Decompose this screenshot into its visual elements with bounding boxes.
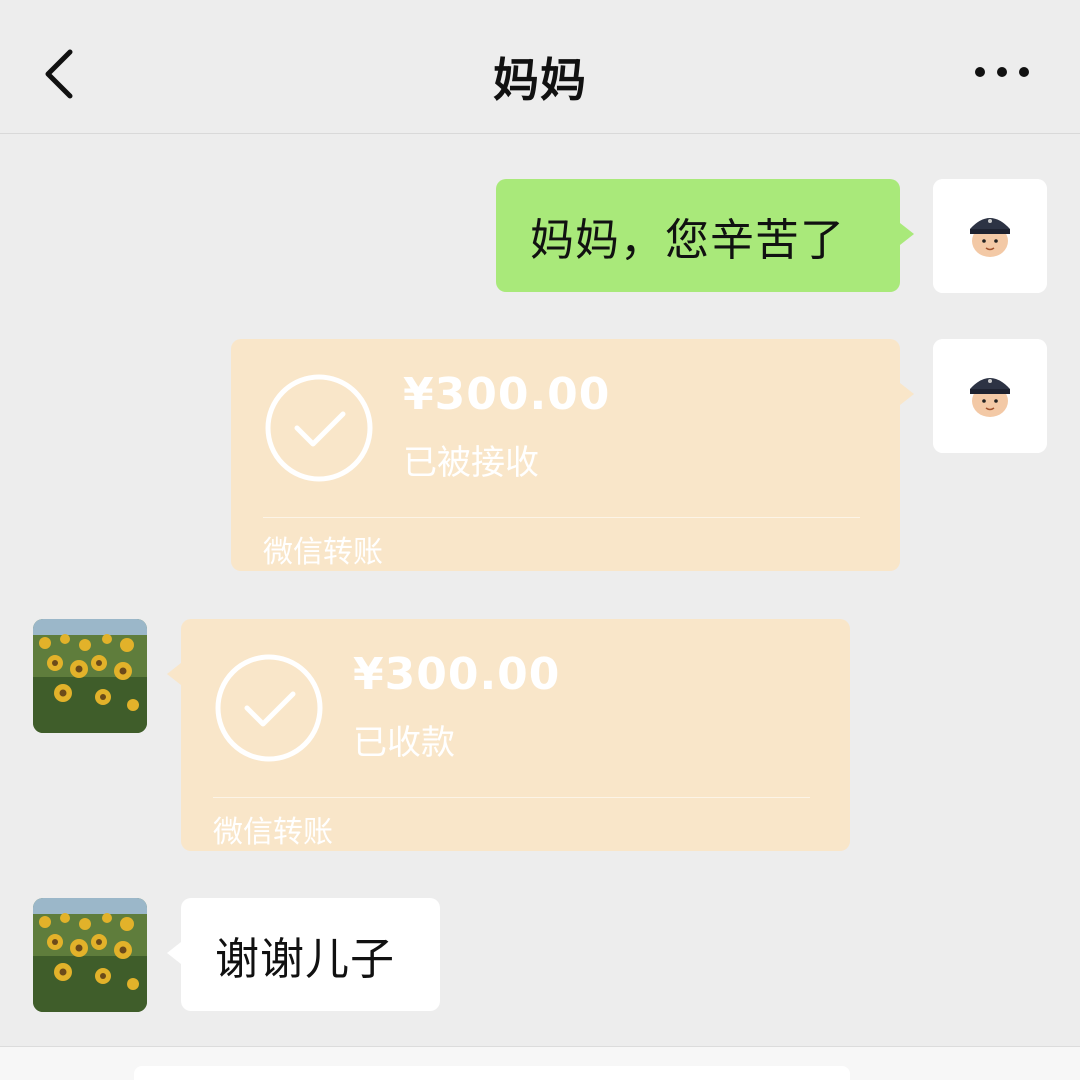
more-icon[interactable] [972,60,1032,84]
mom-avatar[interactable] [33,619,147,733]
bubble-tail [900,383,914,405]
sunflower-field-avatar-icon [33,619,147,733]
transfer-card-sent[interactable]: ¥300.00 已被接收 微信转账 [231,339,914,571]
chat-header: 妈妈 [0,0,1080,134]
message-input[interactable] [134,1066,850,1080]
transfer-status: 已收款 [353,723,455,763]
message-bubble-sent[interactable]: 妈妈，您辛苦了 [496,179,914,292]
transfer-amount: ¥300.00 [403,369,611,420]
sunflower-field-avatar-icon [33,898,147,1012]
my-avatar[interactable] [933,179,1047,293]
chat-screen: 妈妈 妈妈，您辛苦了 ¥300.00 已被接收 微信转账 ¥300.00 已收款… [0,0,1080,1080]
transfer-source: 微信转账 [263,535,383,570]
transfer-amount: ¥300.00 [353,649,561,700]
check-circle-icon [265,374,373,482]
cartoon-boy-avatar-icon [933,339,1047,453]
cartoon-boy-avatar-icon [933,179,1047,293]
message-bubble-received[interactable]: 谢谢儿子 [167,898,440,1011]
bubble-tail [167,663,181,685]
check-circle-icon [215,654,323,762]
chat-title: 妈妈 [493,53,587,107]
bubble-tail [900,223,914,245]
transfer-source: 微信转账 [213,815,333,850]
transfer-divider [263,517,860,518]
transfer-status: 已被接收 [403,443,539,483]
message-text: 妈妈，您辛苦了 [530,214,845,266]
my-avatar[interactable] [933,339,1047,453]
message-text: 谢谢儿子 [215,933,395,985]
bubble-tail [167,942,181,964]
mom-avatar[interactable] [33,898,147,1012]
transfer-card-received[interactable]: ¥300.00 已收款 微信转账 [167,619,850,851]
transfer-divider [213,797,810,798]
